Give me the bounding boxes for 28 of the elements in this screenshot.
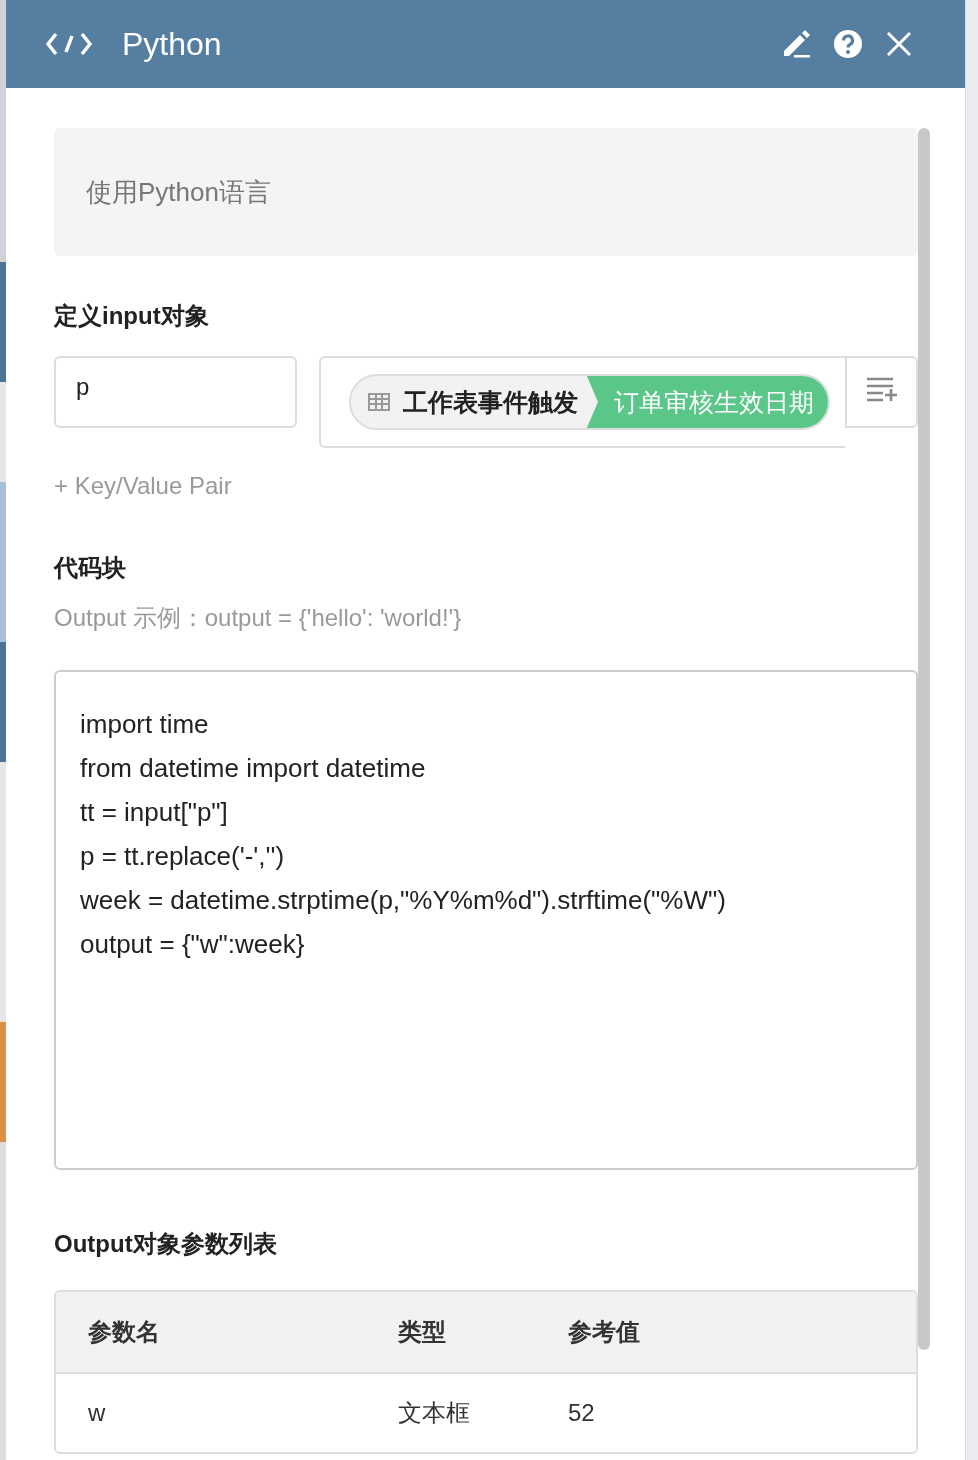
column-header: 参考值 (568, 1317, 641, 1347)
key-input-field[interactable]: p (54, 356, 297, 428)
column-header: 参数名 (88, 1317, 161, 1347)
field-tag[interactable]: 工作表事件触发 订单审核生效日期 (349, 374, 830, 430)
close-button[interactable] (885, 30, 913, 58)
value-field[interactable]: 工作表事件触发 订单审核生效日期 (319, 356, 846, 448)
pencil-icon (781, 29, 811, 59)
table-cell-text: w (88, 1399, 107, 1427)
close-icon (885, 30, 913, 58)
edit-button[interactable] (781, 29, 811, 59)
table-cell-text: 52 (568, 1399, 596, 1427)
description-text: 使用Python语言 (54, 128, 918, 256)
code-icon (46, 31, 92, 57)
code-editor[interactable]: import time from datetime import datetime tt = input["p"] p = tt.replace('-','') week = datetime.strptime(p,"%Y%m%d").strftime("%W") output = {"w":week} (54, 670, 918, 1170)
section-title: 代码块 (54, 553, 127, 583)
field-label: 订单审核生效日期 (586, 376, 828, 428)
table-icon (367, 392, 393, 412)
field-picker-button[interactable] (845, 356, 918, 428)
help-button[interactable] (833, 29, 863, 59)
list-add-icon (865, 376, 898, 402)
panel-title: Python (122, 25, 223, 63)
table-cell-text: 文本框 (398, 1398, 471, 1428)
help-icon (833, 29, 863, 59)
hint-text: Output 示例：output = {'hello': 'world!'} (54, 603, 463, 633)
source-label: 工作表事件触发 (402, 386, 579, 418)
section-title: Output对象参数列表 (54, 1229, 278, 1259)
section-title: 定义input对象 (54, 301, 210, 331)
column-header: 类型 (398, 1317, 447, 1347)
